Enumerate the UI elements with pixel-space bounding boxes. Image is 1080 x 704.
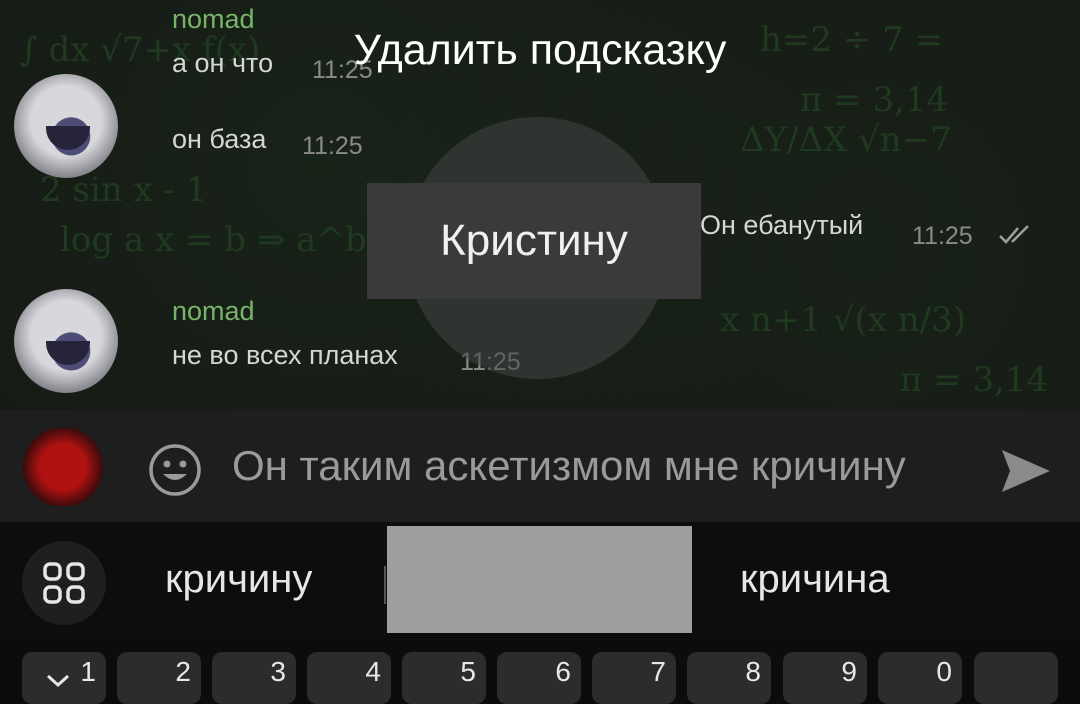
divider — [384, 566, 386, 604]
key-6[interactable]: 6 — [497, 652, 581, 704]
send-arrow-icon[interactable] — [998, 446, 1054, 496]
message-time: 11:25 — [302, 132, 363, 160]
key-4[interactable]: 4 — [307, 652, 391, 704]
message-text: не во всех планах — [172, 340, 398, 370]
double-check-icon — [999, 225, 1029, 244]
keyboard-number-row: 1 2 3 4 5 6 7 8 9 0 — [0, 652, 1080, 704]
wallpaper-doodle: log a x = b ⇒ a^b — [60, 220, 367, 260]
avatar[interactable] — [14, 74, 118, 178]
apps-grid-icon — [43, 562, 85, 604]
key-extra[interactable] — [974, 652, 1058, 704]
key-label: 4 — [365, 656, 381, 687]
key-label: 6 — [555, 656, 571, 687]
key-7[interactable]: 7 — [592, 652, 676, 704]
message-time: 11:25 — [912, 222, 973, 250]
suggestion-center[interactable] — [387, 526, 692, 633]
wallpaper-doodle: π = 3,14 — [900, 360, 1049, 400]
key-label: 8 — [745, 656, 761, 687]
message-text: он база — [172, 124, 267, 154]
wallpaper-doodle: x n+1 √(x n/3) — [720, 300, 966, 340]
wallpaper-doodle: ΔY/ΔX √n−7 — [740, 120, 952, 160]
suggestion-preview[interactable]: Кристину — [367, 183, 701, 299]
avatar[interactable] — [22, 428, 104, 506]
remove-suggestion-hint[interactable]: Удалить подсказку — [0, 26, 1080, 75]
suggestion-bar: кричину кричина — [0, 522, 1080, 640]
key-3[interactable]: 3 — [212, 652, 296, 704]
key-9[interactable]: 9 — [783, 652, 867, 704]
key-label: 1 — [80, 656, 96, 687]
key-0[interactable]: 0 — [878, 652, 962, 704]
suggestion-left[interactable]: кричину — [165, 557, 312, 602]
smiley-icon[interactable] — [148, 443, 202, 497]
key-label: 0 — [936, 656, 952, 687]
key-label: 7 — [650, 656, 666, 687]
key-label: 9 — [841, 656, 857, 687]
wallpaper-doodle: π = 3,14 — [800, 80, 949, 120]
avatar[interactable] — [14, 289, 118, 393]
message-input[interactable]: Он таким аскетизмом мне кричину — [232, 442, 906, 490]
message-sender[interactable]: nomad — [172, 296, 255, 327]
suggestion-right[interactable]: кричина — [740, 557, 890, 602]
key-label: 2 — [175, 656, 191, 687]
message-composer: Он таким аскетизмом мне кричину — [0, 410, 1080, 522]
key-label: 3 — [270, 656, 286, 687]
chevron-down-icon — [46, 674, 70, 688]
key-1[interactable]: 1 — [22, 652, 106, 704]
key-5[interactable]: 5 — [402, 652, 486, 704]
key-2[interactable]: 2 — [117, 652, 201, 704]
message-text: Он ебанутый — [700, 210, 864, 240]
apps-grid-button[interactable] — [22, 541, 106, 625]
key-label: 5 — [460, 656, 476, 687]
key-8[interactable]: 8 — [687, 652, 771, 704]
